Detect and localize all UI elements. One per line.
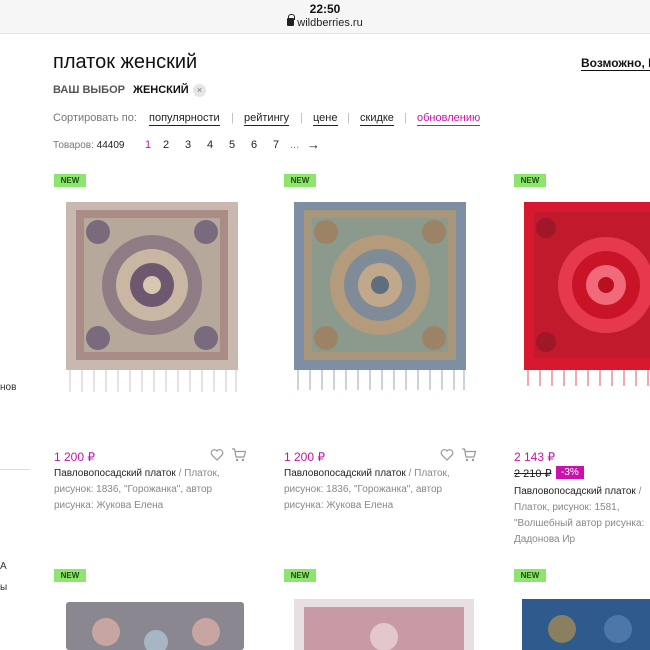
page-link-4[interactable]: 4 (207, 139, 213, 151)
product-price: 2 143 ₽ (514, 450, 555, 464)
sort-popularity[interactable]: популярности (149, 112, 220, 126)
product-count-value: 44409 (96, 140, 125, 151)
product-brand: Павловопосадский платок (284, 468, 406, 479)
product-description[interactable]: Павловопосадский платок / Платок, рисуно… (284, 466, 474, 514)
sort-update[interactable]: обновлению (417, 112, 481, 126)
product-image[interactable] (294, 599, 474, 650)
suggestion-link[interactable]: Возможно, В (581, 56, 650, 71)
product-image[interactable] (520, 196, 650, 396)
product-old-price: 2 210 ₽ (514, 468, 552, 480)
sidebar-fragment[interactable]: A (0, 561, 7, 572)
new-badge: NEW (54, 569, 86, 582)
address-bar[interactable]: wildberries.ru (0, 14, 650, 29)
sidebar-divider (0, 469, 30, 470)
product-image[interactable] (522, 599, 650, 650)
product-count: Товаров: 44409 (53, 140, 124, 151)
filter-tag: ЖЕНСКИЙ (133, 84, 189, 96)
url-text: wildberries.ru (297, 17, 363, 29)
sort-rating[interactable]: рейтингу (244, 112, 290, 126)
page-link-7[interactable]: 7 (273, 139, 279, 151)
product-image[interactable] (62, 196, 242, 396)
product-description[interactable]: Павловопосадский платок / Платок, рисуно… (514, 484, 650, 548)
sidebar-fragment[interactable]: ы (0, 582, 7, 593)
product-description[interactable]: Павловопосадский платок / Платок, рисуно… (54, 466, 244, 514)
heart-icon[interactable] (210, 448, 224, 462)
page-link-3[interactable]: 3 (185, 139, 191, 151)
product-image[interactable] (290, 196, 470, 396)
cart-icon[interactable] (231, 448, 247, 462)
remove-filter-button[interactable]: × (193, 84, 206, 97)
page-link-6[interactable]: 6 (251, 139, 257, 151)
sort-separator: | (300, 112, 303, 124)
new-badge: NEW (514, 569, 546, 582)
page: нов A ы платок женский Возможно, В ВАШ В… (0, 34, 650, 650)
new-badge: NEW (284, 174, 316, 187)
pagination-ellipsis: ... (290, 139, 300, 151)
product-price: 1 200 ₽ (54, 450, 95, 464)
discount-badge: -3% (556, 466, 584, 479)
sort-discount[interactable]: скидке (360, 112, 394, 126)
sort-separator: | (231, 112, 234, 124)
sort-separator: | (404, 112, 407, 124)
sort-label: Сортировать по: (53, 112, 137, 124)
page-link-5[interactable]: 5 (229, 139, 235, 151)
sidebar-fragment[interactable]: нов (0, 382, 16, 393)
clock: 22:50 (309, 2, 341, 16)
sort-price[interactable]: цене (313, 112, 338, 126)
page-link-1[interactable]: 1 (145, 139, 151, 151)
product-brand: Павловопосадский платок (54, 468, 176, 479)
page-link-2[interactable]: 2 (163, 139, 169, 151)
browser-status-bar: 22:50 wildberries.ru (0, 0, 650, 34)
new-badge: NEW (284, 569, 316, 582)
product-image[interactable] (66, 602, 246, 650)
heart-icon[interactable] (440, 448, 454, 462)
product-price: 1 200 ₽ (284, 450, 325, 464)
cart-icon[interactable] (461, 448, 477, 462)
filter-label: ВАШ ВЫБОР (53, 84, 125, 96)
next-page-arrow-icon[interactable]: → (307, 137, 320, 152)
new-badge: NEW (54, 174, 86, 187)
product-count-label: Товаров: (53, 140, 94, 151)
sort-separator: | (347, 112, 350, 124)
lock-icon (287, 14, 296, 26)
new-badge: NEW (514, 174, 546, 187)
product-brand: Павловопосадский платок (514, 486, 636, 497)
page-title: платок женский (53, 51, 198, 73)
